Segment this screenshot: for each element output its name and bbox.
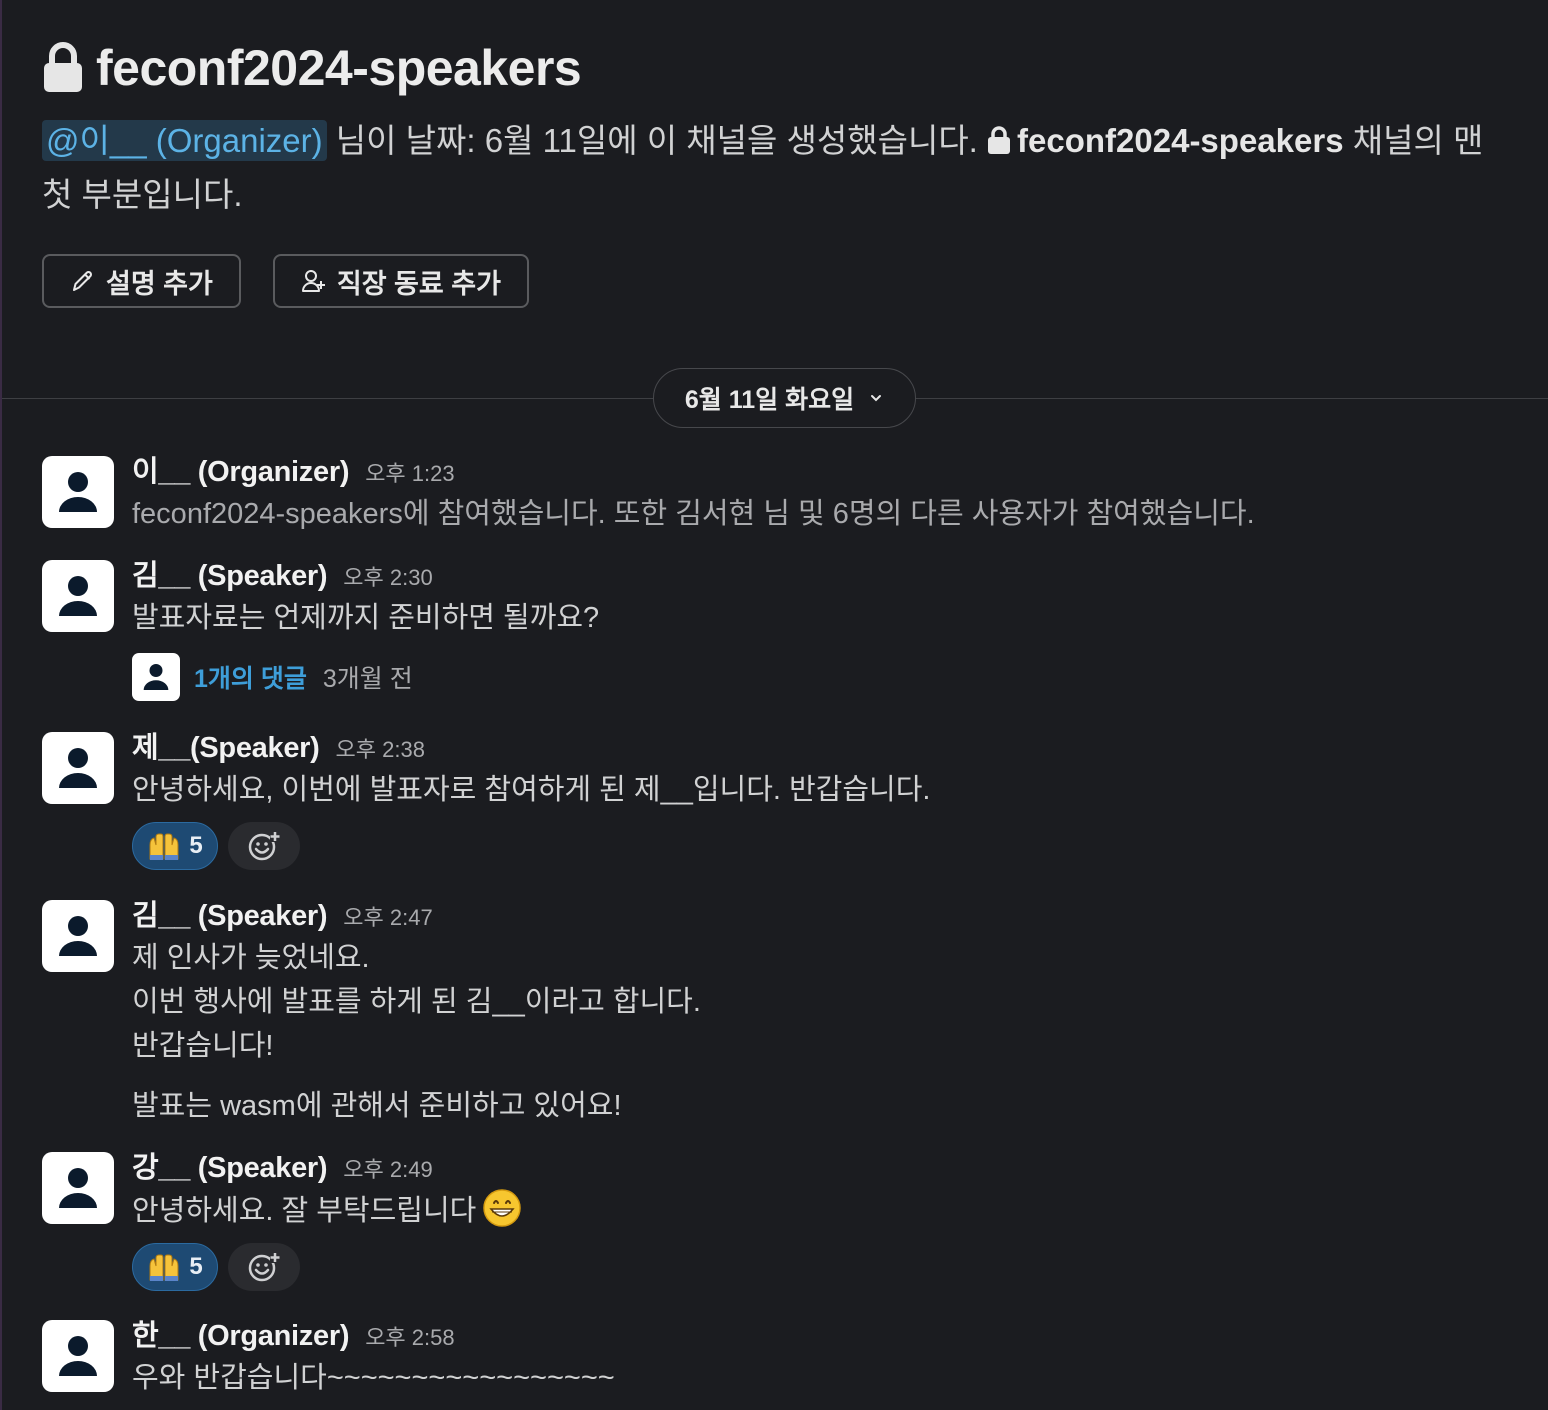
message-header: 이__ (Organizer) 오후 1:23 xyxy=(132,448,1518,492)
message-line: 반갑습니다! xyxy=(132,1030,274,1062)
avatar[interactable] xyxy=(42,1320,114,1392)
channel-intro: feconf2024-speakers @이__ (Organizer) 님이 … xyxy=(42,36,1518,308)
message-timestamp[interactable]: 오후 1:23 xyxy=(365,456,454,488)
message-text: 안녕하세요, 이번에 발표자로 참여하게 된 제__입니다. 반갑습니다. xyxy=(132,774,931,806)
person-icon xyxy=(59,1168,97,1208)
message-paragraph: 발표는 wasm에 관해서 준비하고 있어요! xyxy=(132,1090,622,1122)
channel-intro-text: @이__ (Organizer) 님이 날짜: 6월 11일에 이 채널을 생성… xyxy=(42,114,1512,222)
person-icon xyxy=(59,1336,97,1376)
avatar[interactable] xyxy=(42,1152,114,1224)
add-reaction-button[interactable] xyxy=(228,1243,300,1291)
message-line: 제 인사가 늦었네요. xyxy=(132,942,370,974)
avatar[interactable] xyxy=(42,456,114,528)
message-timestamp[interactable]: 오후 2:47 xyxy=(343,900,432,932)
thread-last-reply-time: 3개월 전 xyxy=(322,665,413,693)
message-timestamp[interactable]: 오후 2:38 xyxy=(336,732,425,764)
thread-reply-count[interactable]: 1개의 댓글 xyxy=(194,659,307,695)
sender-name[interactable]: 제__(Speaker) xyxy=(132,724,320,766)
sender-name[interactable]: 강__ (Speaker) xyxy=(132,1144,328,1186)
reaction-raised-hands[interactable]: 5 xyxy=(132,1243,218,1291)
message-header: 강__ (Speaker) 오후 2:49 xyxy=(132,1144,1518,1188)
message-header: 제__(Speaker) 오후 2:38 xyxy=(132,724,1518,768)
reaction-count: 5 xyxy=(189,1253,203,1280)
person-icon xyxy=(59,576,97,616)
raised-hands-icon xyxy=(149,833,179,860)
sender-name[interactable]: 김__ (Speaker) xyxy=(132,552,328,594)
sender-name[interactable]: 한__ (Organizer) xyxy=(132,1312,349,1354)
person-icon xyxy=(59,916,97,956)
reaction-raised-hands[interactable]: 5 xyxy=(132,822,218,870)
reaction-count: 5 xyxy=(189,832,203,859)
sender-name[interactable]: 김__ (Speaker) xyxy=(132,892,328,934)
user-mention[interactable]: @이__ (Organizer) xyxy=(42,120,327,161)
add-coworkers-button[interactable]: 직장 동료 추가 xyxy=(272,254,529,308)
inline-channel-name: feconf2024-speakers xyxy=(1017,122,1344,159)
message-line: 이번 행사에 발표를 하게 된 김__이라고 합니다. xyxy=(132,986,701,1018)
date-divider-button[interactable]: 6월 11일 화요일 xyxy=(653,368,916,428)
add-emoji-icon xyxy=(248,831,281,861)
message-header: 한__ (Organizer) 오후 2:58 xyxy=(132,1312,1518,1356)
message-text: 안녕하세요. 잘 부탁드립니다 xyxy=(132,1195,477,1227)
message-timestamp[interactable]: 오후 2:58 xyxy=(365,1320,454,1352)
message-body: 김__ (Speaker) 오후 2:30 발표자료는 언제까지 준비하면 될까… xyxy=(132,552,1518,702)
thread-replies[interactable]: 1개의 댓글 3개월 전 xyxy=(132,652,1518,702)
message-header: 김__ (Speaker) 오후 2:47 xyxy=(132,892,1518,936)
message-body: 강__ (Speaker) 오후 2:49 안녕하세요. 잘 부탁드립니다 5 xyxy=(132,1144,1518,1291)
message-text-wrapper: 안녕하세요. 잘 부탁드립니다 xyxy=(132,1188,1518,1233)
intro-text-before: 님이 날짜: 6월 11일에 이 채널을 생성했습니다. xyxy=(326,122,988,159)
channel-name: feconf2024-speakers xyxy=(96,40,582,96)
person-icon xyxy=(59,472,97,512)
add-description-label: 설명 추가 xyxy=(106,268,213,299)
add-emoji-icon xyxy=(248,1252,281,1282)
raised-hands-icon xyxy=(149,1254,179,1281)
message-text: feconf2024-speakers에 참여했습니다. 또한 김서현 님 및 … xyxy=(132,498,1255,530)
reactions: 5 xyxy=(132,822,1518,870)
person-icon xyxy=(143,664,169,690)
channel-title: feconf2024-speakers xyxy=(42,36,1518,100)
thread-avatar xyxy=(132,653,180,701)
message-text: 우와 반갑습니다~~~~~~~~~~~~~~~~~ xyxy=(132,1362,615,1394)
add-person-icon xyxy=(301,270,325,292)
message-header: 김__ (Speaker) 오후 2:30 xyxy=(132,552,1518,596)
message-body: 이__ (Organizer) 오후 1:23 feconf2024-speak… xyxy=(132,448,1518,536)
add-reaction-button[interactable] xyxy=(228,822,300,870)
intro-buttons: 설명 추가 직장 동료 추가 xyxy=(42,254,529,308)
grinning-face-icon xyxy=(483,1189,522,1227)
pencil-icon xyxy=(73,271,92,291)
date-divider-label: 6월 11일 화요일 xyxy=(684,386,855,414)
message-timestamp[interactable]: 오후 2:30 xyxy=(343,560,432,592)
message-text: 발표자료는 언제까지 준비하면 될까요? xyxy=(132,602,600,634)
reactions: 5 xyxy=(132,1243,1518,1291)
channel-view: feconf2024-speakers @이__ (Organizer) 님이 … xyxy=(0,0,1548,1410)
message-body: 제__(Speaker) 오후 2:38 안녕하세요, 이번에 발표자로 참여하… xyxy=(132,724,1518,870)
add-description-button[interactable]: 설명 추가 xyxy=(42,254,241,308)
lock-icon xyxy=(44,42,82,92)
message-body: 김__ (Speaker) 오후 2:47 제 인사가 늦었네요. 이번 행사에… xyxy=(132,892,1518,1128)
message-body: 한__ (Organizer) 오후 2:58 우와 반갑습니다~~~~~~~~… xyxy=(132,1312,1518,1400)
add-coworkers-label: 직장 동료 추가 xyxy=(336,268,501,299)
avatar[interactable] xyxy=(42,732,114,804)
person-icon xyxy=(59,748,97,788)
avatar[interactable] xyxy=(42,560,114,632)
message-timestamp[interactable]: 오후 2:49 xyxy=(343,1152,432,1184)
inline-channel-link[interactable]: feconf2024-speakers xyxy=(987,122,1344,159)
lock-icon xyxy=(988,126,1011,154)
sender-name[interactable]: 이__ (Organizer) xyxy=(132,448,349,490)
chevron-down-icon xyxy=(871,395,882,402)
avatar[interactable] xyxy=(42,900,114,972)
